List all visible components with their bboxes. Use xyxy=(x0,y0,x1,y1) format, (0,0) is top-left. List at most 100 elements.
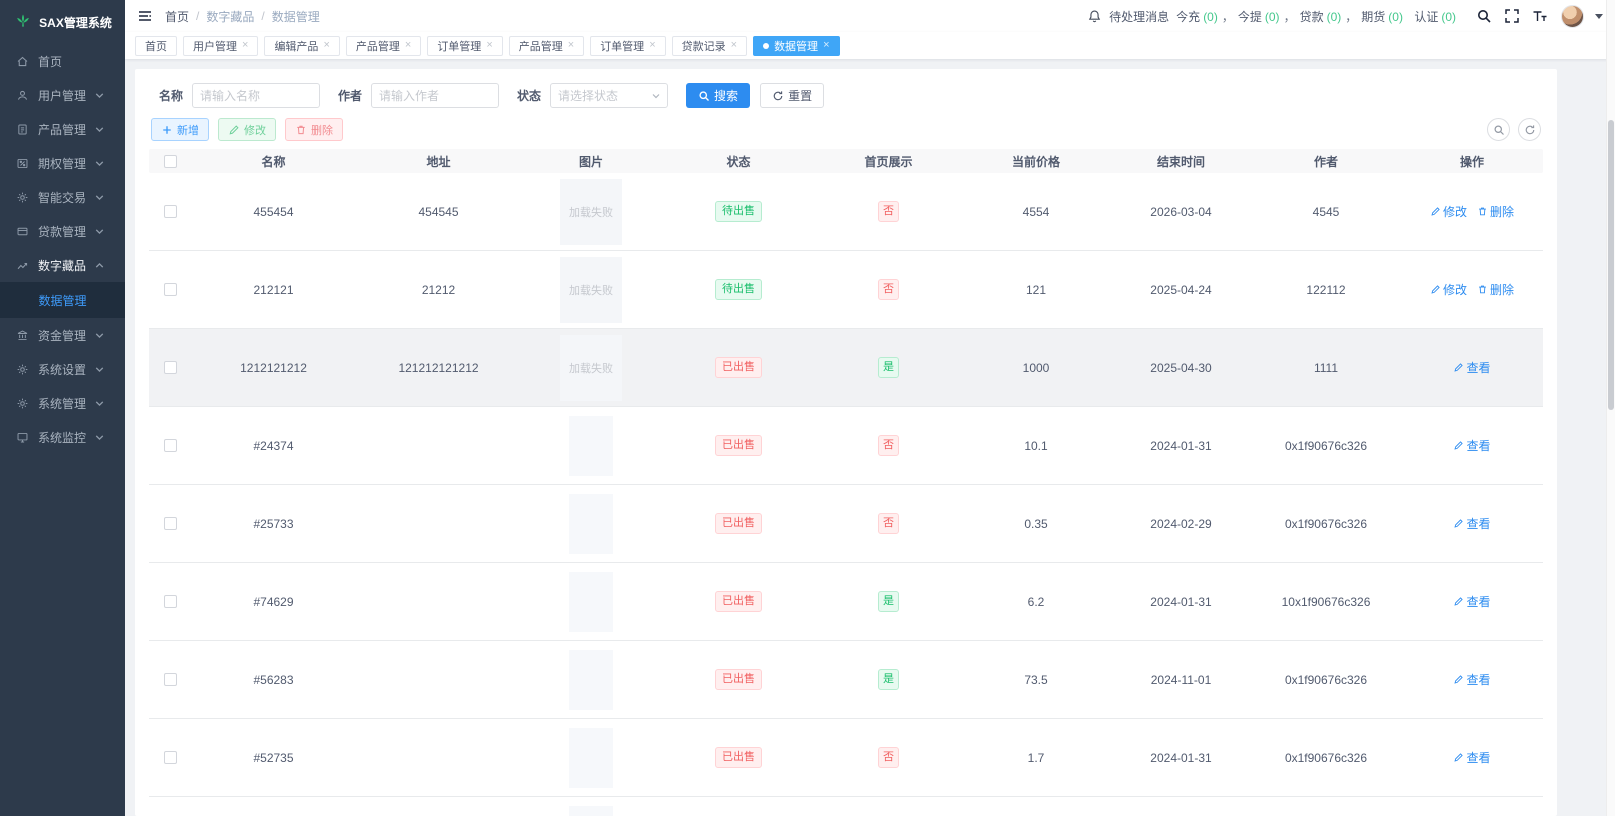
cell-end-time: 2026-03-04 xyxy=(1150,204,1212,219)
close-icon[interactable]: × xyxy=(731,40,737,51)
close-icon[interactable]: × xyxy=(242,40,248,51)
row-action-view[interactable]: 查看 xyxy=(1453,437,1491,454)
tab-2[interactable]: 编辑产品 × xyxy=(264,35,340,56)
sidebar-item-1[interactable]: 用户管理 xyxy=(0,78,125,112)
status-badge: 已出售 xyxy=(715,513,762,534)
row-action-view[interactable]: 查看 xyxy=(1453,515,1491,532)
tab-5[interactable]: 产品管理 × xyxy=(508,35,585,56)
table-row-7: #52735 已出售 否 1.7 2024-01-31 0x1f90676c326 查看 xyxy=(149,719,1543,797)
fullscreen-icon[interactable] xyxy=(1504,8,1520,24)
row-image-placeholder: 加载失败 xyxy=(560,334,622,401)
delete-button[interactable]: 删除 xyxy=(285,118,343,141)
cell-name: #74629 xyxy=(253,594,294,609)
cell-name: #24374 xyxy=(253,438,294,453)
caret-down-icon[interactable] xyxy=(1595,13,1603,19)
sidebar-item-10[interactable]: 系统管理 xyxy=(0,386,125,420)
status-filter-select[interactable]: 请选择状态 xyxy=(550,83,669,108)
table-body: 455454 454545 加载失败 待出售否 4554 2026-03-04 4545 修改… xyxy=(149,173,1543,816)
row-action-view[interactable]: 查看 xyxy=(1453,359,1491,376)
add-button[interactable]: 新增 xyxy=(151,118,209,141)
chevron-down-icon xyxy=(93,329,106,342)
close-icon[interactable]: × xyxy=(323,40,329,51)
select-all-checkbox[interactable] xyxy=(163,154,177,168)
close-icon[interactable]: × xyxy=(486,40,492,51)
delete-icon xyxy=(1477,284,1488,295)
app-title: SAX管理系统 xyxy=(39,15,112,30)
font-size-icon[interactable] xyxy=(1532,8,1548,24)
bell-icon[interactable] xyxy=(1087,9,1102,24)
cell-end-time: 2024-01-31 xyxy=(1150,594,1212,609)
tab-7[interactable]: 贷款记录 × xyxy=(671,35,748,56)
chevron-down-icon xyxy=(93,191,106,204)
options-icon xyxy=(16,157,29,170)
window-scrollbar[interactable] xyxy=(1606,0,1615,816)
view-icon xyxy=(1453,362,1464,373)
sidebar-item-3[interactable]: 期权管理 xyxy=(0,146,125,180)
row-action-view[interactable]: 查看 xyxy=(1453,671,1491,688)
sidebar-item-5[interactable]: 贷款管理 xyxy=(0,214,125,248)
reset-button[interactable]: 重置 xyxy=(760,83,825,108)
sidebar-item-2[interactable]: 产品管理 xyxy=(0,112,125,146)
view-icon xyxy=(1453,674,1464,685)
homepage-display-badge: 是 xyxy=(878,357,899,378)
row-image-placeholder: 加载失败 xyxy=(560,178,622,245)
tab-3[interactable]: 产品管理 × xyxy=(345,35,422,56)
search-icon[interactable] xyxy=(1476,8,1492,24)
top-header: 首页 / 数字藏品 / 数据管理 待处理消息 今充 (0)，今提 (0)，贷款 (0)… xyxy=(125,0,1615,32)
user-avatar[interactable] xyxy=(1561,4,1584,28)
row-checkbox[interactable] xyxy=(163,751,177,764)
row-image-placeholder xyxy=(569,493,613,554)
edit-button[interactable]: 修改 xyxy=(218,118,276,141)
row-checkbox[interactable] xyxy=(163,439,177,452)
cell-end-time: 2024-11-01 xyxy=(1150,672,1212,687)
cell-address: 454545 xyxy=(418,204,459,219)
row-checkbox[interactable] xyxy=(163,205,177,218)
tab-1[interactable]: 用户管理 × xyxy=(183,35,259,56)
scrollbar-thumb[interactable] xyxy=(1608,120,1614,410)
close-icon[interactable]: × xyxy=(405,40,411,51)
sidebar-item-6[interactable]: 数字藏品 xyxy=(0,248,125,282)
tab-4[interactable]: 订单管理 × xyxy=(427,35,503,56)
filter-status-group: 状态 请选择状态 xyxy=(517,83,669,108)
row-action-edit[interactable]: 修改 xyxy=(1430,281,1467,298)
hamburger-icon[interactable] xyxy=(137,8,153,24)
sidebar-item-11[interactable]: 系统监控 xyxy=(0,420,125,454)
search-button[interactable]: 搜索 xyxy=(686,83,751,108)
row-action-delete[interactable]: 删除 xyxy=(1477,281,1514,298)
row-action-delete[interactable]: 删除 xyxy=(1477,203,1514,220)
row-action-view[interactable]: 查看 xyxy=(1453,749,1491,766)
filter-bar: 名称 作者 状态 请选择状态 xyxy=(149,77,1543,118)
row-checkbox[interactable] xyxy=(163,595,177,608)
table-row-3: #24374 已出售 否 10.1 2024-01-31 0x1f90676c326 查看 xyxy=(149,407,1543,485)
close-icon[interactable]: × xyxy=(568,40,574,51)
refresh-table-button[interactable] xyxy=(1518,118,1541,141)
sidebar-subitem-7[interactable]: 数据管理 xyxy=(0,282,125,318)
table-row-0: 455454 454545 加载失败 待出售 否 4554 2026-03-04 4545 修改… xyxy=(149,173,1543,251)
row-checkbox[interactable] xyxy=(163,517,177,530)
author-filter-input[interactable] xyxy=(371,83,500,108)
close-icon[interactable]: × xyxy=(823,40,829,51)
close-icon[interactable]: × xyxy=(649,40,655,51)
chevron-down-icon xyxy=(93,363,106,376)
row-checkbox[interactable] xyxy=(163,283,177,296)
tab-0[interactable]: 首页 xyxy=(135,35,177,56)
row-action-edit[interactable]: 修改 xyxy=(1430,203,1467,220)
tab-6[interactable]: 订单管理 × xyxy=(590,35,666,56)
cell-name: #56283 xyxy=(253,672,294,687)
sidebar-item-8[interactable]: 资金管理 xyxy=(0,318,125,352)
row-checkbox[interactable] xyxy=(163,673,177,686)
cell-end-time: 2024-01-31 xyxy=(1150,438,1212,453)
sidebar-item-9[interactable]: 系统设置 xyxy=(0,352,125,386)
breadcrumb-item[interactable]: 数字藏品 xyxy=(206,8,254,25)
cell-author: 122112 xyxy=(1306,282,1346,297)
sidebar-item-0[interactable]: 首页 xyxy=(0,44,125,78)
sidebar-item-4[interactable]: 智能交易 xyxy=(0,180,125,214)
row-action-view[interactable]: 查看 xyxy=(1453,593,1491,610)
homepage-display-badge: 否 xyxy=(878,435,899,456)
breadcrumb-home[interactable]: 首页 xyxy=(165,8,189,25)
cell-address: 121212121212 xyxy=(398,360,479,375)
name-filter-input[interactable] xyxy=(192,83,321,108)
row-checkbox[interactable] xyxy=(163,361,177,374)
tab-8[interactable]: 数据管理 × xyxy=(753,35,840,56)
toggle-search-button[interactable] xyxy=(1487,118,1510,141)
